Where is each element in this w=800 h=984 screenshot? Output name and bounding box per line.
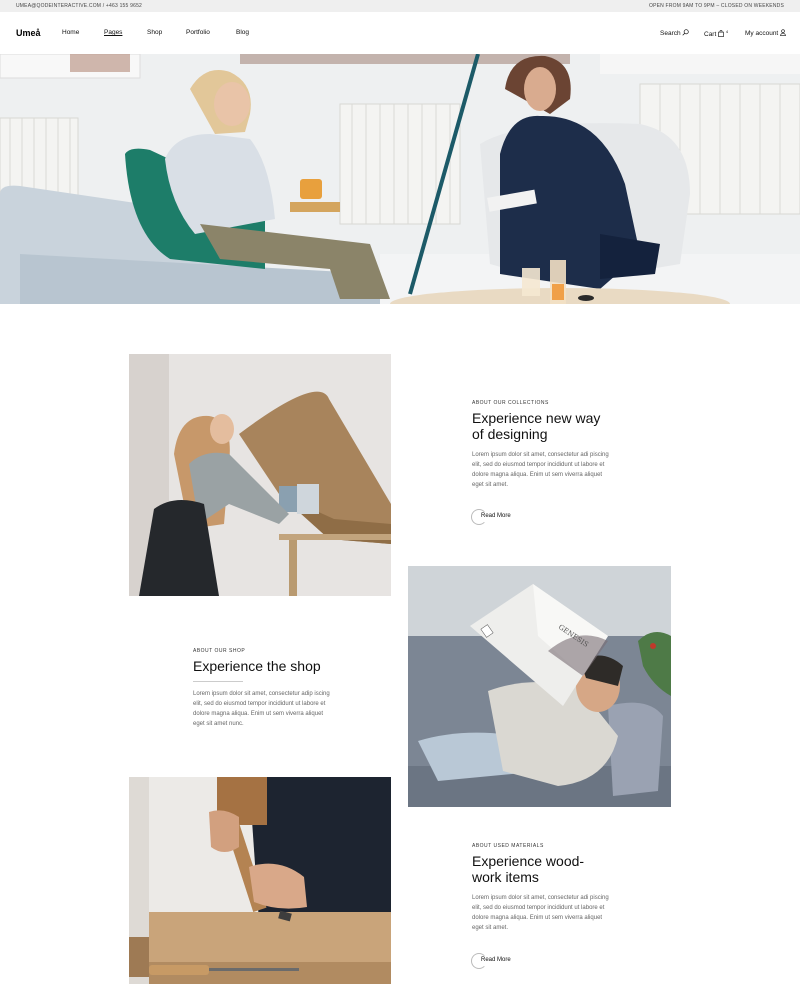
section-body: Lorem ipsum dolor sit amet, consectetur …	[193, 691, 330, 727]
read-more-button[interactable]: Read More	[471, 509, 511, 525]
circle-icon	[471, 953, 487, 969]
read-more-button[interactable]: Read More	[471, 953, 511, 969]
section-heading: Experience wood- work items	[472, 853, 584, 885]
search-button[interactable]: Search	[660, 29, 690, 37]
materials-image	[129, 777, 391, 984]
site-logo[interactable]: Umeå	[16, 28, 41, 38]
nav-item-shop[interactable]: Shop	[147, 29, 162, 36]
heading-line: of designing	[472, 426, 548, 442]
cart-label: Cart	[704, 31, 717, 39]
heading-underline	[193, 681, 243, 682]
hero-image	[0, 54, 800, 304]
shop-illustration: GENESIS	[408, 566, 671, 807]
section-body: Lorem ipsum dolor sit amet, consectetur …	[472, 895, 609, 931]
nav-item-home[interactable]: Home	[62, 29, 79, 36]
opening-hours: OPEN FROM 9AM TO 9PM – CLOSED ON WEEKEND…	[649, 3, 784, 9]
user-icon	[780, 29, 786, 36]
search-icon	[682, 29, 690, 36]
heading-line: Experience new way	[472, 410, 601, 426]
collections-image	[129, 354, 391, 596]
section-eyebrow: ABOUT OUR COLLECTIONS	[472, 400, 549, 406]
section-eyebrow: ABOUT OUR SHOP	[193, 648, 246, 654]
materials-illustration	[129, 777, 391, 984]
nav-item-pages[interactable]: Pages	[104, 29, 122, 36]
site-header: Umeå Home Pages Shop Portfolio Blog Sear…	[0, 12, 800, 54]
cart-button[interactable]: Cart 4	[704, 29, 728, 38]
account-label: My account	[745, 30, 779, 37]
section-heading: Experience new way of designing	[472, 410, 600, 442]
circle-icon	[471, 509, 487, 525]
nav-item-portfolio[interactable]: Portfolio	[186, 29, 210, 36]
collections-illustration	[129, 354, 391, 596]
section-eyebrow: ABOUT USED MATERIALS	[472, 843, 544, 849]
heading-line: Experience the shop	[193, 658, 321, 674]
heading-line: work items	[472, 869, 539, 885]
hero-illustration	[0, 54, 800, 304]
account-button[interactable]: My account	[745, 29, 786, 37]
nav-item-blog[interactable]: Blog	[236, 29, 249, 36]
topbar: UMEA@QODEINTERACTIVE.COM / +463 155 9652…	[0, 0, 800, 12]
contact-info[interactable]: UMEA@QODEINTERACTIVE.COM / +463 155 9652	[16, 3, 142, 9]
section-body: Lorem ipsum dolor sit amet, consectetur …	[472, 452, 609, 488]
heading-line: Experience wood-	[472, 853, 585, 869]
search-label: Search	[660, 30, 681, 37]
cart-count: 4	[725, 29, 729, 34]
section-heading: Experience the shop	[193, 658, 321, 674]
shop-image: GENESIS	[408, 566, 671, 807]
bag-icon	[718, 30, 724, 38]
